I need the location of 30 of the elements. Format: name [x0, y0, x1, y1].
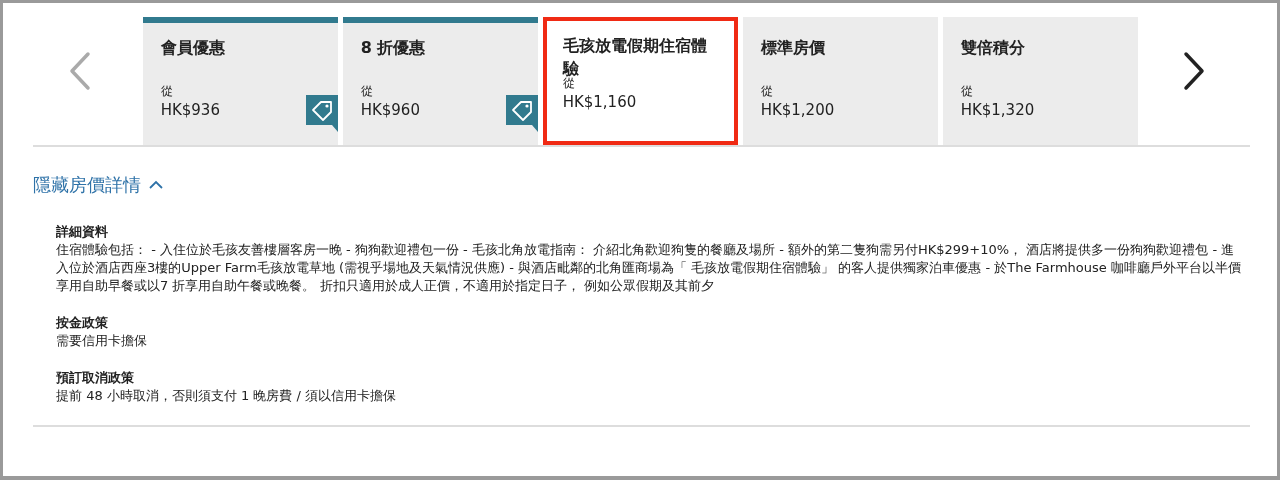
rate-card[interactable]: 8 折優惠 從 HK$960 [342, 17, 538, 145]
rate-name: 毛孩放電假期住宿體驗 [562, 35, 708, 78]
price-tag-icon [505, 95, 538, 133]
from-label: 從 [160, 83, 174, 100]
rate-price: HK$1,160 [562, 92, 638, 112]
rate-price: HK$960 [360, 100, 421, 120]
section-title: 預訂取消政策 [56, 369, 135, 387]
hide-rate-details-link[interactable]: 隱藏房價詳情 [33, 173, 163, 197]
rate-card[interactable]: 雙倍積分 從 HK$1,320 [942, 17, 1138, 145]
rate-card[interactable]: 毛孩放電假期住宿體驗 從 HK$1,160 [542, 17, 738, 145]
rate-price: HK$1,200 [760, 100, 836, 120]
rate-name: 會員優惠 [160, 37, 226, 59]
section-text: 提前 48 小時取消，否則須支付 1 晚房費 / 須以信用卡擔保 [56, 387, 397, 405]
from-label: 從 [960, 83, 974, 100]
rate-price: HK$936 [160, 100, 221, 120]
section-text: 住宿體驗包括： - 入住位於毛孩友善樓層客房一晚 - 狗狗歡迎禮包一份 - 毛孩北角放電指南： 介紹北角歡迎狗隻的餐廳及場所 - 額外的第二隻狗需另付HK$299+10%， 酒店將提供多一份狗狗歡迎禮包 - 進入位於酒店西座3樓的Upper Farm毛孩放電草地 (需視乎場地及天氣情況供應) - 與酒店毗鄰的北角匯商場為「 毛孩放電假期住宿體驗」 的客人提供獨家泊車優惠 - 於The Farmhouse 咖啡廳戶外平台以半價享用自助早餐或以7 折享用自助午餐或晚餐。 折扣只適用於成人正價，不適用於指定日子， 例如公眾假期及其前夕 [56, 241, 1241, 295]
from-label: 從 [360, 83, 374, 100]
rate-card[interactable]: 會員優惠 從 HK$936 [142, 17, 338, 145]
rate-name: 8 折優惠 [360, 37, 427, 59]
chevron-up-icon [149, 180, 163, 190]
rate-name: 雙倍積分 [960, 37, 1026, 59]
from-label: 從 [760, 83, 774, 100]
from-label: 從 [562, 76, 575, 92]
section-title: 詳細資料 [56, 223, 109, 241]
section-text: 需要信用卡擔保 [56, 332, 148, 350]
price-tag-icon [305, 95, 338, 133]
rate-price: HK$1,320 [960, 100, 1036, 120]
rate-name: 標準房價 [760, 37, 826, 59]
rate-card[interactable]: 標準房價 從 HK$1,200 [742, 17, 938, 145]
section-title: 按金政策 [56, 314, 109, 332]
